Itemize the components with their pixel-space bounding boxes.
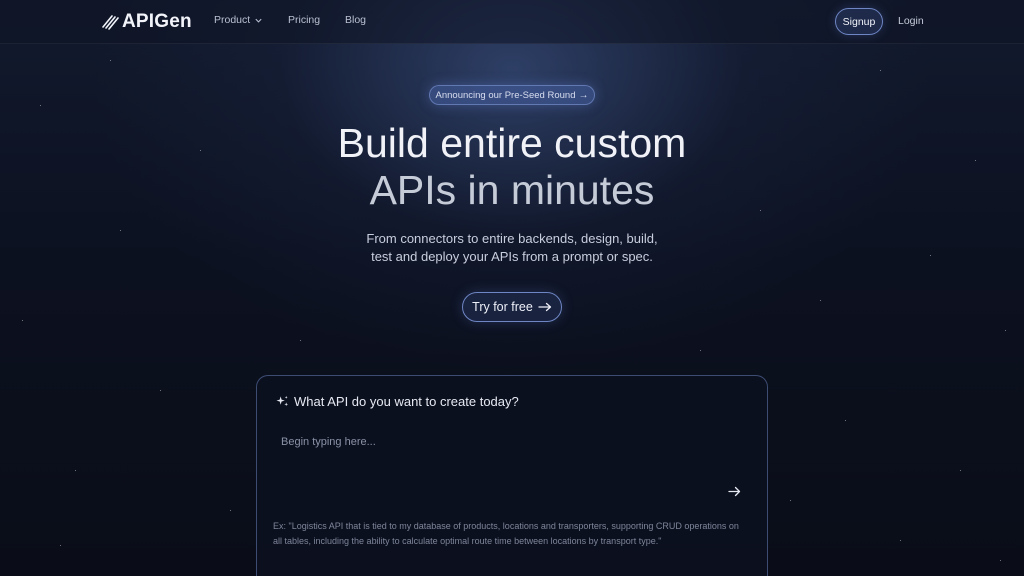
nav-item-label: Product — [214, 14, 251, 26]
announcement-badge[interactable]: Announcing our Pre-Seed Round → — [429, 85, 595, 105]
submit-prompt-button[interactable] — [725, 483, 743, 499]
nav-item-label: Pricing — [288, 14, 321, 26]
sparkles-icon — [276, 395, 289, 407]
hero-title-line2: APIs in minutes — [369, 167, 655, 213]
speed-lines-icon — [102, 15, 119, 30]
api-prompt-input[interactable] — [281, 432, 701, 452]
prompt-heading-text: What API do you want to create today? — [294, 394, 519, 409]
brand-name: APIGen — [122, 11, 192, 32]
hero-title-line1: Build entire custom — [337, 120, 687, 166]
prompt-example-text: Ex: "Logistics API that is tied to my da… — [273, 521, 739, 546]
login-link[interactable]: Login — [898, 15, 924, 27]
cta-label: Try for free — [472, 300, 533, 314]
nav-item-blog[interactable]: Blog — [345, 14, 366, 26]
brand-logo[interactable]: APIGen — [101, 10, 192, 34]
prompt-card: What API do you want to create today? Ex… — [256, 375, 768, 576]
nav-item-product[interactable]: Product — [214, 14, 263, 26]
signup-button[interactable]: Signup — [835, 8, 883, 35]
hero-subtitle-line1: From connectors to entire backends, desi… — [366, 231, 658, 246]
announcement-text: Announcing our Pre-Seed Round — [435, 89, 576, 101]
hero-subtitle-line2: test and deploy your APIs from a prompt … — [371, 249, 653, 264]
top-nav: APIGen Product Pricing Blog Signup Login — [0, 0, 1024, 44]
nav-item-label: Blog — [345, 14, 367, 26]
prompt-heading: What API do you want to create today? — [276, 394, 519, 409]
chevron-down-icon — [255, 18, 262, 23]
arrow-right-icon — [538, 302, 551, 312]
arrow-right-icon: → — [578, 89, 589, 101]
nav-item-pricing[interactable]: Pricing — [288, 14, 320, 26]
arrow-right-icon — [727, 486, 740, 496]
try-for-free-button[interactable]: Try for free — [462, 292, 562, 322]
